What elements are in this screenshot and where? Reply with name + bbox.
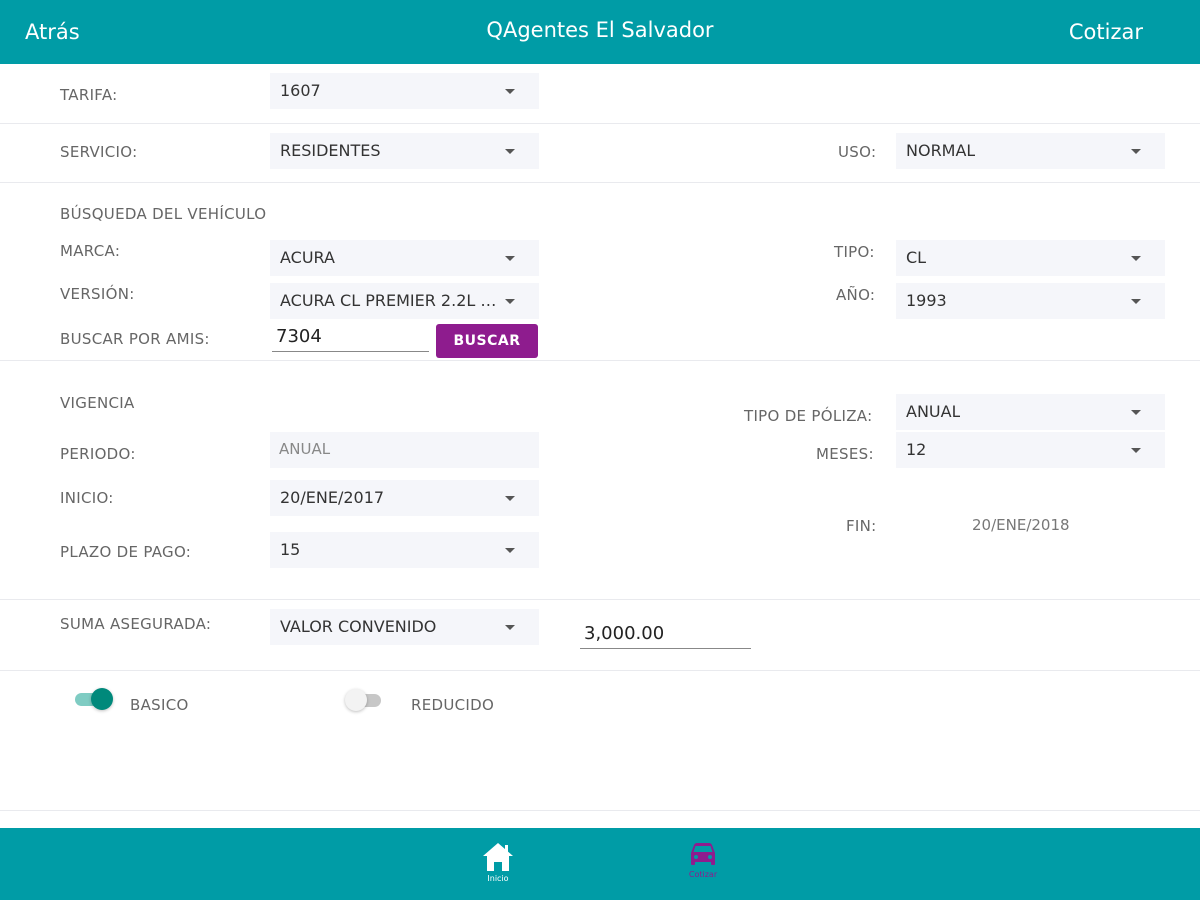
marca-select[interactable]: ACURA [270, 240, 539, 276]
chevron-down-icon [1131, 448, 1141, 453]
anio-select[interactable]: 1993 [896, 283, 1165, 319]
vehiculo-section-title: BÚSQUEDA DEL VEHÍCULO [60, 205, 267, 223]
divider [0, 360, 1200, 361]
inicio-value: 20/ENE/2017 [280, 488, 385, 507]
suma-tipo-value: VALOR CONVENIDO [280, 617, 437, 636]
meses-label: MESES: [816, 445, 874, 463]
uso-value: NORMAL [906, 141, 976, 160]
tarifa-select[interactable]: 1607 [270, 73, 539, 109]
chevron-down-icon [1131, 149, 1141, 154]
inicio-label: INICIO: [60, 489, 114, 507]
inicio-select[interactable]: 20/ENE/2017 [270, 480, 539, 516]
tipo-select[interactable]: CL [896, 240, 1165, 276]
version-label: VERSIÓN: [60, 285, 135, 303]
anio-value: 1993 [906, 291, 947, 310]
meses-value: 12 [906, 440, 927, 459]
tab-inicio[interactable]: Inicio [468, 838, 528, 892]
reducido-toggle[interactable] [345, 688, 385, 712]
tipo-value: CL [906, 248, 927, 267]
tipo-poliza-value: ANUAL [906, 402, 961, 421]
top-app-bar: Atrás QAgentes El Salvador Cotizar [0, 0, 1200, 64]
vigencia-section-title: VIGENCIA [60, 394, 135, 412]
servicio-select[interactable]: RESIDENTES [270, 133, 539, 169]
back-button[interactable]: Atrás [25, 20, 80, 44]
version-select[interactable]: ACURA CL PREMIER 2.2L 4P AUT [270, 283, 539, 319]
suma-tipo-select[interactable]: VALOR CONVENIDO [270, 609, 539, 645]
tipo-label: TIPO: [834, 243, 875, 261]
divider [0, 810, 1200, 811]
meses-select[interactable]: 12 [896, 432, 1165, 468]
suma-monto-input[interactable] [580, 618, 751, 649]
periodo-label: PERIODO: [60, 445, 136, 463]
tarifa-label: TARIFA: [60, 86, 118, 104]
tab-cotizar[interactable]: Cotizar [673, 838, 733, 892]
chevron-down-icon [1131, 299, 1141, 304]
tipo-poliza-select[interactable]: ANUAL [896, 394, 1165, 430]
divider [0, 182, 1200, 183]
car-icon [691, 843, 715, 865]
plazo-label: PLAZO DE PAGO: [60, 543, 192, 561]
amis-label: BUSCAR POR AMIS: [60, 330, 210, 348]
plazo-select[interactable]: 15 [270, 532, 539, 568]
chevron-down-icon [505, 548, 515, 553]
home-icon [483, 843, 513, 871]
tarifa-value: 1607 [280, 81, 321, 100]
marca-label: MARCA: [60, 242, 121, 260]
basico-label: BASICO [130, 696, 189, 714]
tab-inicio-label: Inicio [487, 874, 509, 883]
tab-cotizar-label: Cotizar [688, 870, 718, 879]
fin-label: FIN: [846, 517, 877, 535]
plazo-value: 15 [280, 540, 301, 559]
uso-select[interactable]: NORMAL [896, 133, 1165, 169]
marca-value: ACURA [280, 248, 335, 267]
chevron-down-icon [505, 496, 515, 501]
periodo-field: ANUAL [270, 432, 539, 468]
uso-label: USO: [838, 143, 877, 161]
cotizar-button[interactable]: Cotizar [1069, 20, 1143, 44]
toggle-knob [91, 688, 113, 710]
fin-value: 20/ENE/2018 [972, 516, 1070, 534]
amis-input[interactable] [272, 322, 429, 352]
periodo-value: ANUAL [279, 440, 331, 458]
page-title: QAgentes El Salvador [486, 18, 714, 42]
buscar-button[interactable]: BUSCAR [436, 324, 538, 358]
reducido-label: REDUCIDO [411, 696, 495, 714]
chevron-down-icon [505, 149, 515, 154]
version-value: ACURA CL PREMIER 2.2L 4P AUT [280, 291, 497, 310]
chevron-down-icon [505, 625, 515, 630]
servicio-label: SERVICIO: [60, 143, 138, 161]
chevron-down-icon [505, 89, 515, 94]
divider [0, 599, 1200, 600]
chevron-down-icon [505, 299, 515, 304]
divider [0, 123, 1200, 124]
anio-label: AÑO: [836, 286, 876, 304]
chevron-down-icon [505, 256, 515, 261]
chevron-down-icon [1131, 410, 1141, 415]
servicio-value: RESIDENTES [280, 141, 381, 160]
suma-label: SUMA ASEGURADA: [60, 615, 212, 633]
basico-toggle[interactable] [73, 687, 113, 711]
chevron-down-icon [1131, 256, 1141, 261]
tipo-poliza-label: TIPO DE PÓLIZA: [744, 407, 873, 425]
divider [0, 670, 1200, 671]
bottom-tab-bar: Inicio Cotizar [0, 828, 1200, 900]
toggle-knob [345, 689, 367, 711]
